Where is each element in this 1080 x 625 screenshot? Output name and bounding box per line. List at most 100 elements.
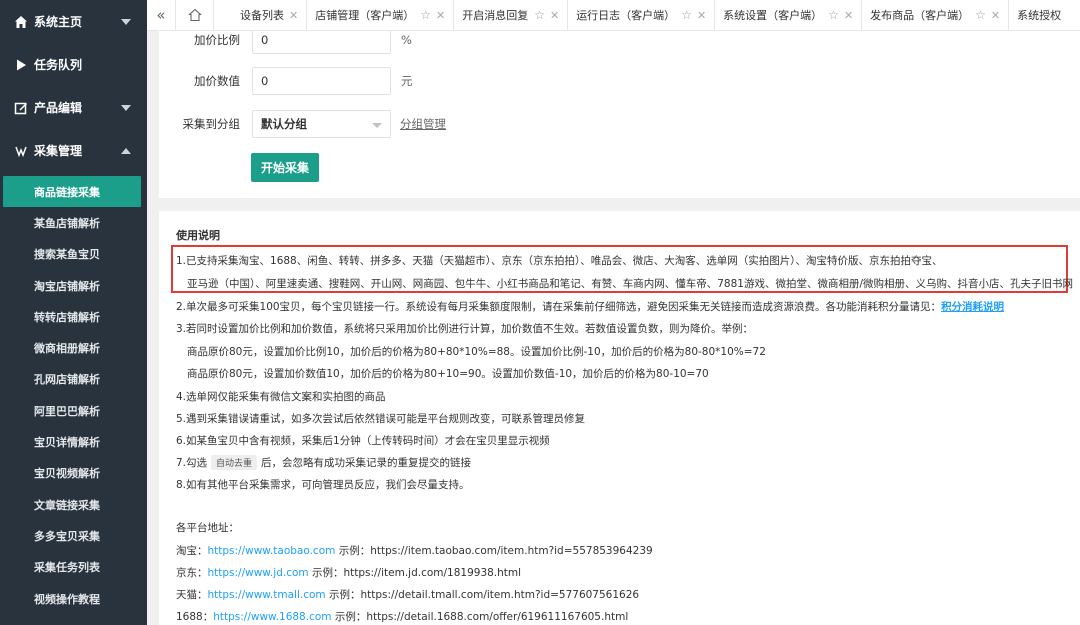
play-icon (14, 58, 28, 72)
help-line-7-post: 后，会忽略有成功采集记录的重复提交的链接 (261, 457, 472, 469)
tab-shop-manage[interactable]: 店铺管理（客户端） ☆ ✕ (307, 0, 455, 30)
amount-label: 加价数值 (194, 74, 240, 88)
sidebar-item-item-video[interactable]: 宝贝视频解析 (0, 458, 147, 489)
help-line-1b: 亚马逊（中国）、阿里速卖通、搜鞋网、开山网、网商园、包牛牛、小红书商品和笔记、有… (187, 278, 1080, 290)
start-collect-button[interactable]: 开始采集 (251, 153, 319, 182)
sidebar-item-xianyu-shop[interactable]: 某鱼店铺解析 (0, 207, 147, 238)
close-icon[interactable]: ✕ (844, 9, 853, 22)
collect-form: 加价比例 0 % 加价数值 0 元 采集到分组 默认分组 分组管理 开始采集 (159, 31, 1080, 198)
home-icon (14, 15, 28, 29)
tab-system-settings[interactable]: 系统设置（客户端） ☆ ✕ (715, 0, 863, 30)
sidebar-item-alibaba[interactable]: 阿里巴巴解析 (0, 395, 147, 426)
sidebar-item-task-list[interactable]: 采集任务列表 (0, 552, 147, 583)
chevron-down-icon (121, 104, 131, 111)
edit-icon (14, 101, 28, 115)
addr-tmall: 天猫：https://www.tmall.com 示例：https://deta… (176, 587, 639, 602)
tab-label: 系统设置（客户端） (723, 9, 823, 22)
amount-unit: 元 (401, 74, 413, 88)
star-icon[interactable]: ☆ (975, 8, 986, 22)
addr-title: 各平台地址： (176, 522, 239, 534)
close-icon[interactable]: ✕ (697, 9, 706, 22)
help-line-1a: 1.已支持采集淘宝、1688、闲鱼、转转、拼多多、天猫（天猫超市）、京东（京东拍… (176, 255, 943, 267)
addr-link[interactable]: https://www.tmall.com (208, 589, 326, 601)
star-icon[interactable]: ☆ (534, 8, 545, 22)
tab-label: 开启消息回复 (462, 9, 529, 22)
help-line-2: 2.单次最多可采集100宝贝，每个宝贝链接一行。系统设有每月采集额度限制，请在采… (176, 299, 1004, 314)
addr-name: 天猫： (176, 589, 208, 601)
ratio-input[interactable]: 0 (252, 31, 391, 54)
tab-device-list[interactable]: 设备列表 ✕ (214, 0, 308, 30)
points-consumption-link[interactable]: 积分消耗说明 (941, 301, 1004, 313)
menu-label: 采集管理 (34, 144, 83, 158)
double-chevron-left-icon[interactable]: « (147, 0, 176, 30)
chevron-down-icon (372, 123, 382, 128)
menu-label: 产品编辑 (34, 101, 83, 115)
star-icon[interactable]: ☆ (681, 8, 692, 22)
addr-name: 1688： (176, 611, 214, 623)
auto-dedupe-chip: 自动去重 (211, 455, 258, 470)
addr-example: 示例：https://item.jd.com/1819938.html (308, 567, 522, 579)
menu-system-home[interactable]: 系统主页 (0, 0, 147, 43)
amount-row: 加价数值 0 元 (159, 67, 413, 95)
sidebar-item-item-detail[interactable]: 宝贝详情解析 (0, 426, 147, 457)
sidebar-item-video-tutorial[interactable]: 视频操作教程 (0, 583, 147, 614)
group-select-value: 默认分组 (261, 117, 307, 131)
star-icon[interactable]: ☆ (828, 8, 839, 22)
menu-task-queue[interactable]: 任务队列 (0, 43, 147, 86)
chevron-down-icon (121, 18, 131, 25)
tab-label: 系统授权 (1017, 9, 1062, 22)
chevron-up-icon (121, 147, 131, 154)
close-icon[interactable]: ✕ (289, 9, 298, 22)
sidebar-item-search-xianyu[interactable]: 搜索某鱼宝贝 (0, 239, 147, 270)
help-line-3: 3.若同时设置加价比例和加价数值，系统将只采用加价比例进行计算，加价数值不生效。… (176, 323, 754, 335)
tab-system-license[interactable]: 系统授权 (1009, 0, 1069, 30)
addr-link[interactable]: https://www.jd.com (208, 567, 309, 579)
tab-label: 发布商品（客户端） (870, 9, 970, 22)
addr-example: 示例：https://detail.tmall.com/item.htm?id=… (325, 589, 640, 601)
addr-name: 淘宝： (176, 545, 208, 557)
addr-name: 京东： (176, 567, 208, 579)
sidebar-item-link-collect[interactable]: 商品链接采集 (3, 176, 141, 208)
addr-example: 示例：https://detail.1688.com/offer/6196111… (331, 611, 629, 623)
addr-example: 示例：https://item.taobao.com/item.htm?id=5… (335, 545, 653, 557)
group-select[interactable]: 默认分组 (252, 110, 391, 138)
addr-1688: 1688：https://www.1688.com 示例：https://det… (176, 609, 628, 624)
sidebar-item-taobao-shop[interactable]: 淘宝店铺解析 (0, 270, 147, 301)
tab-label: 店铺管理（客户端） (315, 9, 415, 22)
ratio-label: 加价比例 (194, 33, 240, 47)
close-icon[interactable]: ✕ (991, 9, 1000, 22)
group-label: 采集到分组 (182, 117, 241, 131)
help-title: 使用说明 (176, 229, 220, 242)
addr-taobao: 淘宝：https://www.taobao.com 示例：https://ite… (176, 543, 653, 558)
menu-label: 任务队列 (34, 58, 83, 72)
addr-link[interactable]: https://www.1688.com (213, 611, 331, 623)
sidebar-item-pdd-collect[interactable]: 多多宝贝采集 (0, 520, 147, 551)
group-manage-link[interactable]: 分组管理 (400, 116, 446, 132)
help-line-2-text: 2.单次最多可采集100宝贝，每个宝贝链接一行。系统设有每月采集额度限制，请在采… (176, 301, 942, 313)
collect-icon (14, 144, 28, 158)
tab-label: 运行日志（客户端） (576, 9, 676, 22)
sidebar-item-zhuanzhuan-shop[interactable]: 转转店铺解析 (0, 301, 147, 332)
sidebar-item-weishang-album[interactable]: 微商相册解析 (0, 332, 147, 363)
help-line-4: 4.选单网仅能采集有微信文案和实拍图的商品 (176, 391, 386, 403)
tab-publish-product[interactable]: 发布商品（客户端） ☆ ✕ (862, 0, 1010, 30)
sidebar-item-article-link[interactable]: 文章链接采集 (0, 489, 147, 520)
amount-input[interactable]: 0 (252, 67, 391, 95)
menu-product-edit[interactable]: 产品编辑 (0, 86, 147, 129)
help-line-3b: 商品原价80元，设置加价数值10，加价后的价格为80+10=90。设置加价数值-… (187, 368, 709, 380)
help-line-6: 6.如某鱼宝贝中含有视频，采集后1分钟（上传转码时间）才会在宝贝里显示视频 (176, 435, 550, 447)
tab-run-log[interactable]: 运行日志（客户端） ☆ ✕ (568, 0, 716, 30)
menu-collect-manage[interactable]: 采集管理 (0, 129, 147, 172)
addr-jd: 京东：https://www.jd.com 示例：https://item.jd… (176, 565, 521, 580)
ratio-row: 加价比例 0 % (159, 31, 412, 54)
tab-message-reply[interactable]: 开启消息回复 ☆ ✕ (454, 0, 569, 30)
home-outline-icon (187, 8, 202, 22)
addr-link[interactable]: https://www.taobao.com (208, 545, 336, 557)
home-tab[interactable] (176, 0, 214, 30)
ratio-unit: % (401, 33, 412, 47)
star-icon[interactable]: ☆ (420, 8, 431, 22)
sidebar-item-kongwang-shop[interactable]: 孔网店铺解析 (0, 364, 147, 395)
close-icon[interactable]: ✕ (436, 9, 445, 22)
close-icon[interactable]: ✕ (550, 9, 559, 22)
menu-label: 系统主页 (34, 15, 83, 29)
